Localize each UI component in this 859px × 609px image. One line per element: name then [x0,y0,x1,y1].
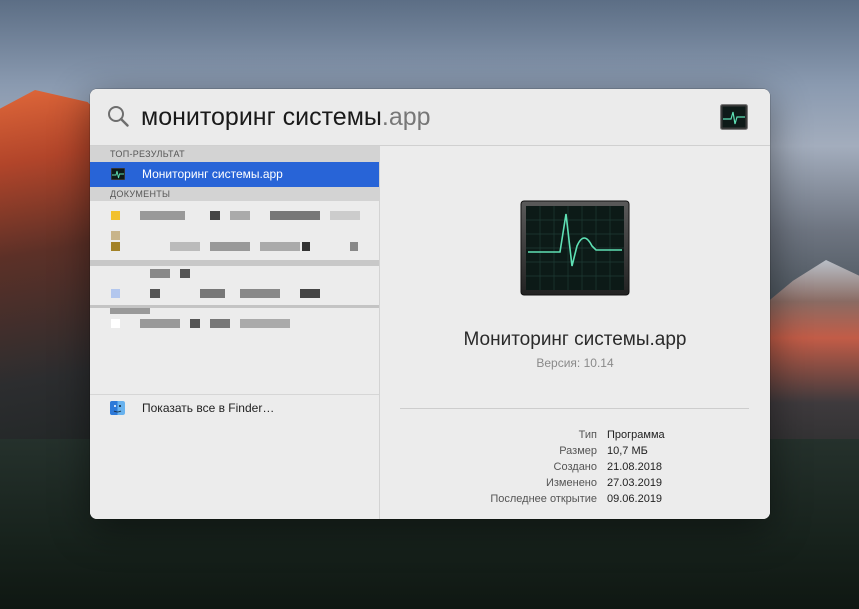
document-icon [111,319,120,328]
results-list: ТОП-РЕЗУЛЬТАТ Мониторинг системы.app ДОК… [90,146,380,519]
metadata-key: Создано [553,461,597,473]
activity-monitor-icon [720,104,748,130]
document-row[interactable] [90,286,379,316]
document-icon [111,211,120,220]
search-query-text: мониторинг системы [141,103,382,131]
metadata-key: Изменено [545,477,597,489]
metadata-key: Размер [559,445,597,457]
activity-monitor-icon [520,200,630,296]
metadata-value: 10,7 МБ [607,445,648,457]
app-version: Версия: 10.14 [536,356,614,370]
metadata-row-created: Создано 21.08.2018 [380,461,770,477]
metadata-row-last-opened: Последнее открытие 09.06.2019 [380,493,770,509]
metadata-row-size: Размер 10,7 МБ [380,445,770,461]
result-item-activity-monitor[interactable]: Мониторинг системы.app [90,162,379,187]
document-row[interactable] [90,266,379,286]
metadata-row-type: Тип Программа [380,429,770,445]
document-row[interactable] [90,316,379,336]
metadata-value: 21.08.2018 [607,461,663,473]
document-row[interactable] [90,206,379,226]
divider [400,408,749,409]
metadata-row-modified: Изменено 27.03.2019 [380,477,770,493]
activity-monitor-icon [111,168,125,180]
document-row[interactable] [90,226,379,266]
search-bar[interactable]: мониторинг системы.app [90,89,770,146]
section-header-documents: ДОКУМЕНТЫ [90,187,379,201]
document-icon [111,289,120,298]
metadata-key: Последнее открытие [490,493,597,505]
search-icon [108,106,129,127]
spotlight-window: мониторинг системы.app ТОП-РЕЗУЛЬТАТ Мон… [90,89,770,519]
finder-icon [110,401,125,415]
search-input[interactable]: мониторинг системы.app [141,99,431,135]
metadata-value: Программа [607,429,665,441]
document-icon [111,231,120,240]
section-header-top-hit: ТОП-РЕЗУЛЬТАТ [90,146,379,162]
app-title: Мониторинг системы.app [463,329,687,350]
metadata-value: 27.03.2019 [607,477,663,489]
result-item-label: Мониторинг системы.app [142,167,283,181]
preview-pane: Мониторинг системы.app Версия: 10.14 Тип… [380,146,770,519]
show-all-in-finder[interactable]: Показать все в Finder… [90,394,379,423]
metadata-key: Тип [578,429,597,441]
metadata-value: 09.06.2019 [607,493,663,505]
finder-label: Показать все в Finder… [142,401,275,415]
search-autocomplete-hint: .app [381,103,431,131]
